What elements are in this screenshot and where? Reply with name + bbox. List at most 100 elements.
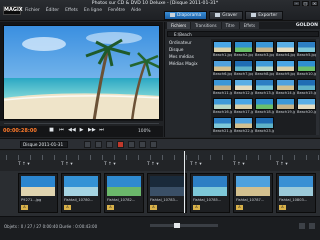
fit-icon[interactable] xyxy=(299,223,305,229)
tab-fichiers[interactable]: Fichiers xyxy=(167,22,191,29)
title-bar: MAGIX Photos sur CD & DVD 10 Deluxe - [D… xyxy=(0,0,320,21)
timeline-clip[interactable]: P9271...jpg A xyxy=(18,173,58,213)
window-controls: – □ × xyxy=(293,1,318,6)
media-thumbnail[interactable]: Beach1.jpg xyxy=(213,41,232,59)
folder-item[interactable]: Médias Magix xyxy=(167,60,209,67)
title-marker[interactable]: T ↑ ▾ xyxy=(61,162,83,167)
minimize-button[interactable]: – xyxy=(293,1,300,6)
media-thumbnail[interactable]: Beach21.jpg xyxy=(213,117,232,135)
zoom-handle[interactable] xyxy=(174,223,180,228)
mode-diaporama-button[interactable]: Diaporama xyxy=(164,11,208,20)
timeline-clip[interactable]: Fishtal_10783... A xyxy=(147,173,187,213)
title-marker[interactable]: T ↑ ▾ xyxy=(233,162,255,167)
media-thumbnail[interactable]: Beach3.jpg xyxy=(255,41,274,59)
clip-thumbnail xyxy=(236,176,270,196)
thumbnail-image xyxy=(255,117,274,129)
timeline-clip[interactable]: Fishtal_10803... A xyxy=(276,173,316,213)
undo-icon[interactable] xyxy=(84,141,91,148)
timeline-clip[interactable]: Fishtal_10785... A xyxy=(190,173,230,213)
clip-thumbnail xyxy=(193,176,227,196)
stop-icon[interactable]: ■ xyxy=(48,127,55,134)
magix-logo: MAGIX xyxy=(3,6,23,15)
thumbnail-image xyxy=(213,79,232,91)
settings-icon[interactable] xyxy=(309,223,315,229)
menu-bar: Fichier Éditer Effets En ligne Fenêtre A… xyxy=(25,8,141,13)
title-marker[interactable]: T ↑ ▾ xyxy=(104,162,126,167)
timeline-clip[interactable]: Fishtal_10787... A xyxy=(233,173,273,213)
timeline-clip[interactable]: Fishtail_10780... A xyxy=(61,173,101,213)
text-icon[interactable] xyxy=(128,141,135,148)
media-thumbnail[interactable]: Beach11.jpg xyxy=(213,79,232,97)
playhead[interactable] xyxy=(184,151,185,213)
media-thumbnail[interactable]: Beach19.jpg xyxy=(276,98,295,116)
preview-monitor: 00:00:28:00 ■ ⏮ ◀◀ ▶ ▶▶ ⏭ 100% xyxy=(0,22,163,137)
playback-scrubber[interactable] xyxy=(0,121,163,126)
thumbnail-label: Beach4.jpg xyxy=(276,53,295,57)
thumbnail-image xyxy=(276,41,295,53)
menu-editer[interactable]: Éditer xyxy=(46,8,59,13)
media-thumbnail[interactable]: Beach9.jpg xyxy=(276,60,295,78)
mode-buttons: Diaporama Graver Exporter xyxy=(164,11,284,20)
media-thumbnail[interactable]: Beach5.jpg xyxy=(297,41,316,59)
media-thumbnail[interactable]: Beach6.jpg xyxy=(213,60,232,78)
skip-back-icon[interactable]: ⏮ xyxy=(58,127,65,134)
media-thumbnail[interactable]: Beach20.jpg xyxy=(297,98,316,116)
menu-en-ligne[interactable]: En ligne xyxy=(84,8,102,13)
timeline-zoom-slider[interactable] xyxy=(150,223,218,228)
thumbnail-image xyxy=(213,60,232,72)
tab-titre[interactable]: Titre xyxy=(221,22,239,29)
maximize-button[interactable]: □ xyxy=(302,1,309,6)
media-thumbnail[interactable]: Beach17.jpg xyxy=(234,98,253,116)
preview-zoom[interactable]: 100% xyxy=(138,129,151,134)
folder-item[interactable]: Ordinateur xyxy=(167,39,209,46)
cut-icon[interactable] xyxy=(106,141,113,148)
media-thumbnail[interactable]: Beach13.jpg xyxy=(255,79,274,97)
folder-item[interactable]: Mes médias xyxy=(167,53,209,60)
title-marker[interactable]: T ↑ ▾ xyxy=(18,162,40,167)
close-button[interactable]: × xyxy=(311,1,318,6)
play-icon[interactable]: ▶ xyxy=(78,127,85,134)
media-thumbnail[interactable]: Beach14.jpg xyxy=(276,79,295,97)
media-thumbnail[interactable]: Beach10.jpg xyxy=(297,60,316,78)
title-marker[interactable]: T ↑ ▾ xyxy=(276,162,298,167)
media-thumbnail[interactable]: Beach2.jpg xyxy=(234,41,253,59)
delete-icon[interactable] xyxy=(117,141,124,148)
project-select[interactable]: Disque 2011-01-31 xyxy=(20,141,68,148)
menu-fenetre[interactable]: Fenêtre xyxy=(108,8,125,13)
forward-icon[interactable]: ▶▶ xyxy=(88,127,96,134)
timeline-ruler[interactable] xyxy=(0,151,320,160)
media-thumbnail[interactable]: Beach22.jpg xyxy=(234,117,253,135)
media-thumbnail[interactable]: Beach15.jpg xyxy=(297,79,316,97)
folder-path-field[interactable]: E:\Beach xyxy=(167,31,319,37)
title-markers: T ↑ ▾ T ↑ ▾ T ↑ ▾ T ↑ ▾ T ↑ ▾ T ↑ ▾ T ↑ ▾ xyxy=(0,160,320,171)
menu-aide[interactable]: Aide xyxy=(131,8,141,13)
media-thumbnail[interactable]: Beach16.jpg xyxy=(213,98,232,116)
tab-transitions[interactable]: Transitions xyxy=(191,22,221,29)
media-thumbnail[interactable]: Beach12.jpg xyxy=(234,79,253,97)
media-thumbnail[interactable]: Beach4.jpg xyxy=(276,41,295,59)
media-thumbnail[interactable]: Beach7.jpg xyxy=(234,60,253,78)
mode-graver-button[interactable]: Graver xyxy=(209,11,244,20)
media-thumbnail[interactable]: Beach8.jpg xyxy=(255,60,274,78)
tab-effets[interactable]: Effets xyxy=(239,22,260,29)
media-thumbnail[interactable]: Beach18.jpg xyxy=(255,98,274,116)
zoom-in-icon[interactable] xyxy=(139,141,146,148)
thumbnail-image xyxy=(297,79,316,91)
folder-item[interactable]: Disque xyxy=(167,46,209,53)
thumbnail-image xyxy=(297,41,316,53)
zoom-out-icon[interactable] xyxy=(150,141,157,148)
title-marker[interactable]: T ↑ ▾ xyxy=(190,162,212,167)
thumbnail-scrollbar[interactable] xyxy=(316,39,319,135)
menu-fichier[interactable]: Fichier xyxy=(25,8,40,13)
redo-icon[interactable] xyxy=(95,141,102,148)
timeline-clip[interactable]: Fishtal_10782... A xyxy=(104,173,144,213)
media-thumbnail[interactable]: Beach23.jpg xyxy=(255,117,274,135)
skip-forward-icon[interactable]: ⏭ xyxy=(98,127,105,134)
media-pool: Fichiers Transitions Titre Effets GOLDON… xyxy=(164,22,320,137)
mode-exporter-button[interactable]: Exporter xyxy=(245,11,284,20)
thumbnail-image xyxy=(213,117,232,129)
menu-effets[interactable]: Effets xyxy=(65,8,78,13)
rewind-icon[interactable]: ◀◀ xyxy=(68,127,76,134)
thumbnail-label: Beach14.jpg xyxy=(276,91,295,95)
title-marker[interactable]: T ↑ ▾ xyxy=(147,162,169,167)
